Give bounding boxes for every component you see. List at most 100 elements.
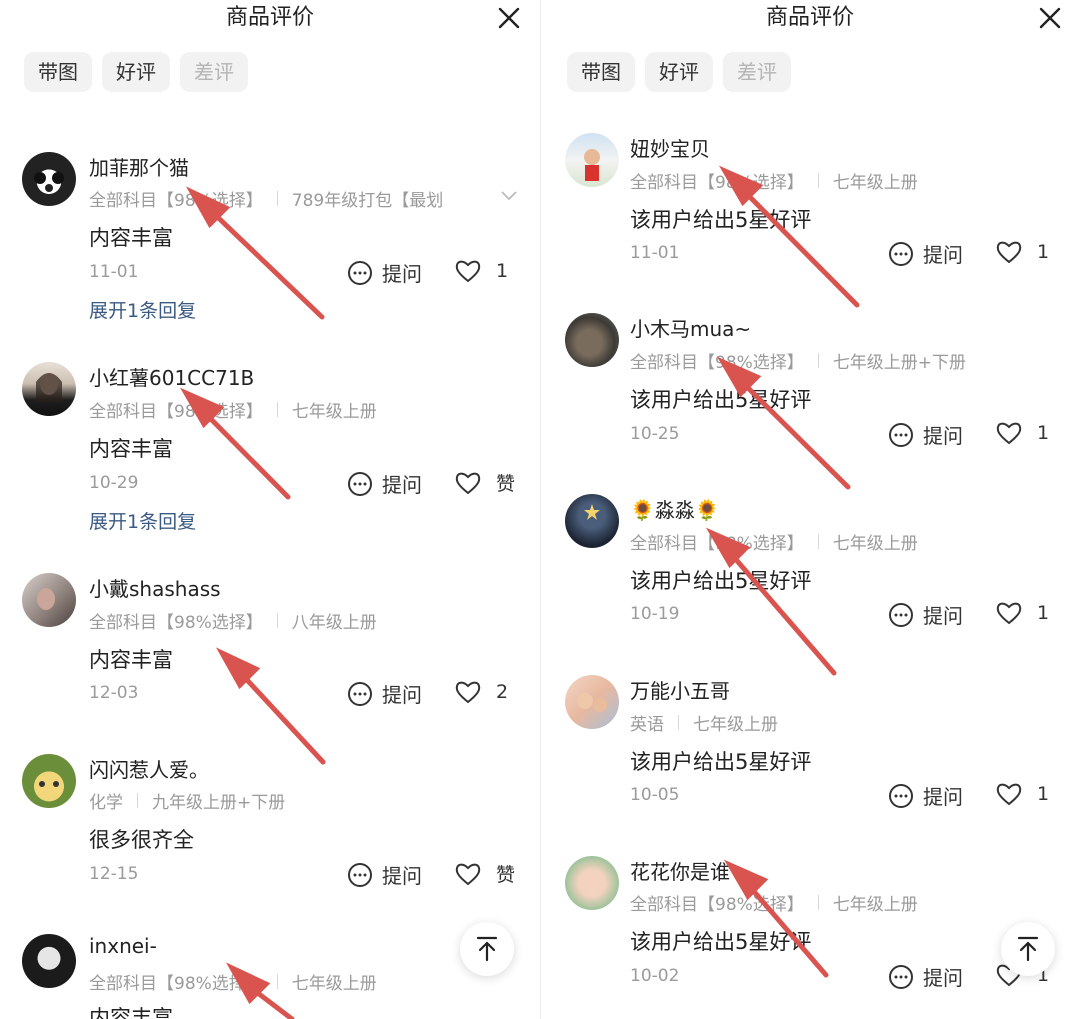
baby-avatar[interactable] [565,856,619,910]
like-button[interactable]: 赞 [454,469,515,496]
heart-icon [455,863,481,885]
ask-button[interactable]: 提问 [346,679,422,708]
reviewer-name[interactable]: 小木马mua~ [630,313,751,342]
review-content: 内容丰富 [89,648,173,672]
ask-label: 提问 [382,683,422,707]
review-meta: 全部科目【98%选择】 789年级打包【最划 [89,186,443,211]
heart-icon [996,422,1022,445]
like-button[interactable]: 1 [995,239,1049,265]
ask-button[interactable]: 提问 [887,600,963,629]
like-button[interactable]: 1 [995,600,1049,626]
reviewer-name[interactable]: 闪闪惹人爱。 [89,754,209,783]
filter-tabs: 带图 好评 差评 [24,52,248,92]
comment-icon [889,602,913,627]
panda-avatar[interactable] [22,152,76,206]
like-count: 1 [1037,241,1050,263]
reviewer-name[interactable]: 小红薯601CC71B [89,362,254,391]
ask-button[interactable]: 提问 [887,239,963,268]
comment-icon [889,964,913,989]
chevron-down-icon[interactable] [500,190,518,202]
reviewer-name[interactable]: 万能小五哥 [630,675,730,704]
reviewer-name[interactable]: 妞妙宝贝 [630,133,710,162]
ask-label: 提问 [382,864,422,888]
ask-button[interactable]: 提问 [887,781,963,810]
filter-positive[interactable]: 好评 [102,52,170,92]
like-button[interactable]: 1 [995,781,1049,807]
meta-subject: 全部科目【98%选择】 [630,173,804,193]
ask-label: 提问 [923,243,963,267]
dark-avatar[interactable] [22,934,76,988]
filter-negative[interactable]: 差评 [723,52,791,92]
reviewer-name[interactable]: 🌻淼淼🌻 [630,494,720,523]
back-to-top-icon [476,936,498,962]
like-button[interactable]: 2 [454,679,508,705]
review-meta: 全部科目【98%选择】 八年级上册 [89,608,377,633]
filter-positive[interactable]: 好评 [645,52,713,92]
ask-button[interactable]: 提问 [887,420,963,449]
back-to-top-button[interactable] [460,922,514,976]
comment-icon [348,681,372,706]
reviewer-name[interactable]: inxnei- [89,934,157,958]
meta-subject: 英语 [630,715,664,735]
review-meta: 全部科目【98%选择】 七年级上册+下册 [630,348,966,373]
filter-negative[interactable]: 差评 [180,52,248,92]
expand-replies-link[interactable]: 展开1条回复 [89,296,196,323]
close-icon[interactable] [1038,6,1062,30]
review-content: 该用户给出5星好评 [630,750,812,774]
meta-subject: 化学 [89,793,123,813]
expand-replies-link[interactable]: 展开1条回复 [89,507,196,534]
child-avatar[interactable] [565,133,619,187]
close-icon[interactable] [497,6,521,30]
heart-icon [455,472,481,494]
filter-with-image[interactable]: 带图 [24,52,92,92]
like-button[interactable]: 1 [454,258,508,284]
ask-button[interactable]: 提问 [346,860,422,889]
review-date: 10-02 [630,966,680,986]
page-title: 商品评价 [225,5,314,30]
heart-icon [455,681,481,704]
meta-subject: 全部科目【98%选择】 [89,974,263,994]
back-to-top-button[interactable] [1001,922,1055,976]
scene-avatar[interactable] [565,494,619,548]
review-meta: 全部科目【98%选择】 七年级上册 [89,397,377,422]
heart-icon [996,602,1022,625]
review-content: 内容丰富 [89,437,173,461]
meta-grade: 九年级上册+下册 [152,793,286,813]
review-meta: 全部科目【98%选择】 七年级上册 [630,890,918,915]
review-content: 该用户给出5星好评 [630,208,812,232]
ask-button[interactable]: 提问 [346,469,422,498]
cat-avatar[interactable] [565,313,619,367]
review-date: 10-19 [630,604,680,624]
review-date: 12-15 [89,864,139,884]
woman-avatar[interactable] [22,362,76,416]
ask-label: 提问 [923,966,963,990]
meta-grade: 七年级上册 [693,715,778,735]
like-count: 2 [496,681,509,703]
right-review-panel: 商品评价 带图 好评 差评 妞妙宝贝 全部科目【98%选择】 七年级上册 该用户… [541,0,1079,1019]
girl-avatar[interactable] [22,573,76,627]
ask-label: 提问 [382,262,422,286]
filter-with-image[interactable]: 带图 [567,52,635,92]
ask-label: 提问 [923,785,963,809]
like-count: 1 [1037,422,1050,444]
review-content: 内容丰富 [89,1006,173,1019]
ask-button[interactable]: 提问 [887,962,963,991]
like-count: 1 [1037,602,1050,624]
meta-grade: 七年级上册 [832,895,918,915]
cartoon-avatar[interactable] [22,754,76,808]
review-meta: 化学 九年级上册+下册 [89,788,285,813]
meta-subject: 全部科目【98%选择】 [630,895,804,915]
review-content: 该用户给出5星好评 [630,930,812,954]
filter-tabs: 带图 好评 差评 [567,52,791,92]
comment-icon [348,862,372,887]
ask-button[interactable]: 提问 [346,258,422,287]
like-button[interactable]: 1 [995,420,1049,446]
reviewer-name[interactable]: 花花你是谁 [630,856,730,885]
reviewer-name[interactable]: 小戴shashass [89,573,221,602]
reviewer-name[interactable]: 加菲那个猫 [89,152,189,181]
like-button[interactable]: 赞 [454,860,515,887]
like-count: 赞 [496,473,516,495]
page-title: 商品评价 [765,5,854,30]
back-to-top-icon [1017,936,1039,962]
family-avatar[interactable] [565,675,619,729]
